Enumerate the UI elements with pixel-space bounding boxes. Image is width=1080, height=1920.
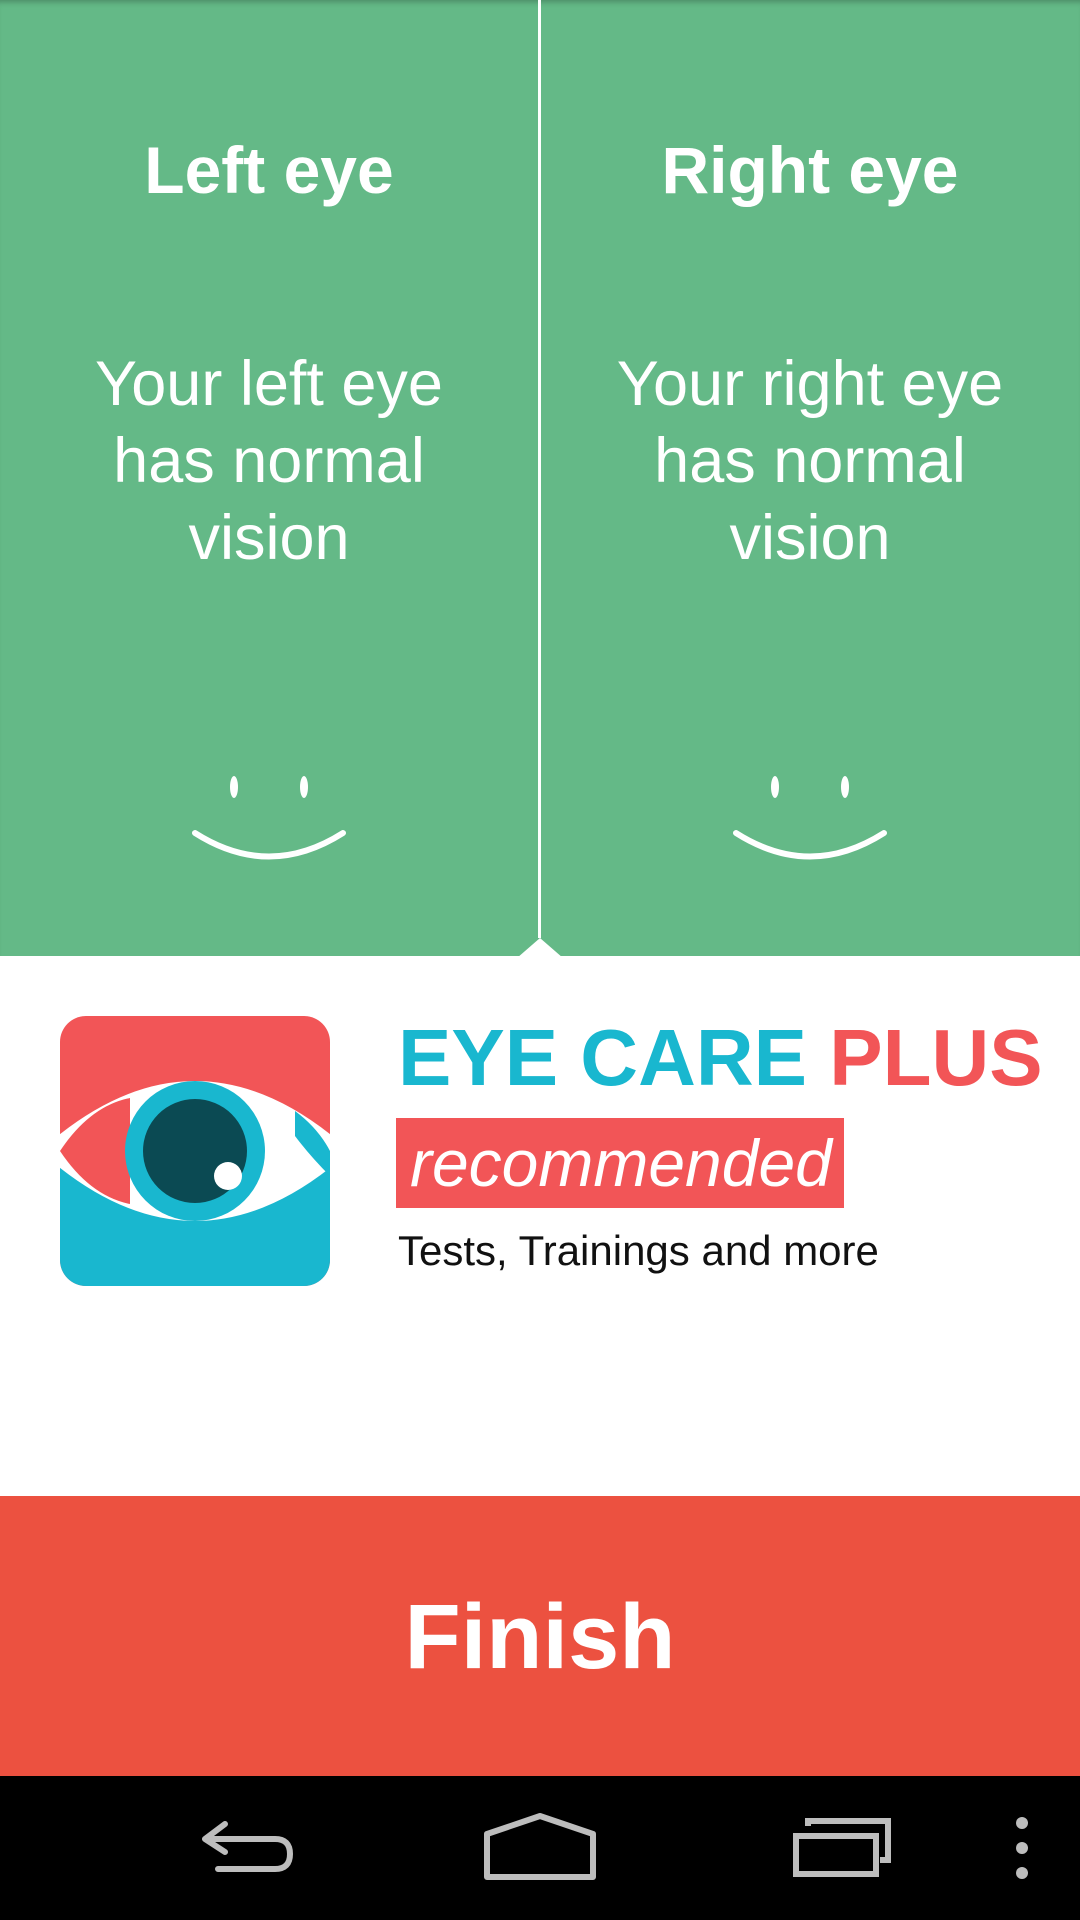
home-icon bbox=[484, 1813, 596, 1880]
home-button[interactable] bbox=[480, 1776, 600, 1920]
recommended-badge: recommended bbox=[396, 1118, 844, 1208]
smiley-icon bbox=[192, 776, 346, 860]
promo-app-name-part1: EYE CARE bbox=[398, 1013, 807, 1102]
overflow-menu-button[interactable] bbox=[1002, 1776, 1042, 1920]
right-eye-result: Your right eye has normal vision bbox=[616, 349, 1004, 573]
back-icon bbox=[202, 1821, 293, 1872]
right-eye-panel: Right eye Your right eye has normal visi… bbox=[541, 0, 1079, 956]
overflow-menu-icon bbox=[1016, 1817, 1028, 1879]
divider-notch bbox=[517, 938, 563, 958]
recents-button[interactable] bbox=[780, 1776, 900, 1920]
smiley-icon bbox=[733, 776, 887, 860]
system-navigation-bar bbox=[0, 1776, 1080, 1920]
promo-app-name-part2: PLUS bbox=[829, 1013, 1043, 1102]
left-eye-panel: Left eye Your left eye has normal vision bbox=[0, 0, 538, 956]
promo-tagline: Tests, Trainings and more bbox=[398, 1227, 879, 1274]
finish-button[interactable]: Finish bbox=[0, 1496, 1080, 1776]
left-eye-result: Your left eye has normal vision bbox=[95, 349, 443, 573]
back-button[interactable] bbox=[180, 1776, 300, 1920]
eye-results-section: Left eye Your left eye has normal vision… bbox=[0, 0, 1080, 958]
right-eye-title: Right eye bbox=[661, 133, 959, 207]
left-eye-title: Left eye bbox=[144, 133, 394, 207]
eye-logo-icon[interactable] bbox=[60, 1016, 330, 1286]
recents-icon bbox=[793, 1818, 891, 1877]
promo-app-name: EYE CARE PLUS bbox=[398, 1008, 1043, 1108]
app-promo[interactable]: EYE CARE PLUS recommended Tests, Trainin… bbox=[0, 958, 1080, 1496]
